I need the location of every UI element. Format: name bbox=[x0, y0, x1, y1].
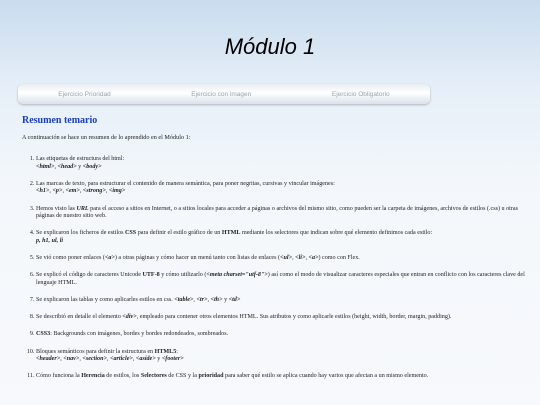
list-item: Se explicaron los ficheros de estilos CS… bbox=[36, 230, 536, 245]
code-tag: <footer> bbox=[161, 356, 184, 363]
code-term: Herencia bbox=[81, 373, 105, 380]
code-term: CSS3 bbox=[36, 331, 51, 338]
code-tag: <meta charset="utf-8"> bbox=[206, 272, 268, 279]
code-tag: <li> bbox=[295, 255, 306, 262]
section-title: Resumen temario bbox=[22, 115, 98, 126]
item-text: mediante los selectores que indican sobr… bbox=[240, 230, 433, 237]
code-tag: <p> bbox=[52, 188, 63, 195]
list-item: Cómo funciona la Herencia de estilos, lo… bbox=[36, 373, 536, 381]
code-tag: <tr> bbox=[196, 297, 208, 304]
item-text: , empleado para contener otros elementos… bbox=[136, 314, 452, 321]
list-item: Hemos visto las URL para el acceso a sit… bbox=[36, 206, 536, 221]
item-text: Se explicaron las tablas y como aplicarl… bbox=[36, 297, 175, 304]
code-tag: <html> bbox=[36, 163, 55, 170]
code-tag: <h1> bbox=[36, 188, 50, 195]
page-title: Módulo 1 bbox=[224, 34, 316, 59]
code-term: URL bbox=[76, 205, 89, 212]
code-tag: <aside> bbox=[135, 356, 156, 363]
list-item: Se describió en detalle el elemento <div… bbox=[36, 314, 536, 322]
code-tag: <a> bbox=[104, 255, 115, 262]
code-tag: <section> bbox=[82, 356, 107, 363]
code-tag: <a> bbox=[308, 255, 319, 262]
list-item: Las marcas de texto, para estructurar el… bbox=[36, 181, 536, 196]
code-tag: <body> bbox=[82, 163, 102, 170]
item-text: Las etiquetas de estructura del html: bbox=[36, 156, 125, 162]
code-term: prioridad bbox=[198, 373, 224, 380]
page: Módulo 1 Ejercicio Prioridad Ejercicio c… bbox=[0, 0, 540, 405]
item-text: Se explicó el código de caracteres Unico… bbox=[36, 272, 143, 279]
code-term: CSS bbox=[125, 230, 137, 237]
code-tag: <em> bbox=[65, 188, 80, 195]
list-item: Se explicaron las tablas y como aplicarl… bbox=[36, 297, 536, 305]
item-text: : bbox=[176, 348, 178, 355]
code-tag: <div> bbox=[122, 314, 137, 321]
item-text: Se vió como poner enlaces ( bbox=[36, 255, 105, 262]
item-text: de estilos, los bbox=[104, 373, 141, 380]
list-item: Se vió como poner enlaces (<a>) a otras … bbox=[36, 255, 536, 263]
nav-link-ejercicio-obligatorio[interactable]: Ejercicio Obligatorio bbox=[332, 91, 390, 98]
item-text: Se describió en detalle el elemento bbox=[36, 314, 123, 321]
item-text: Las marcas de texto, para estructurar el… bbox=[36, 180, 335, 187]
item-text: para el acceso a sitios en Internet, o a… bbox=[36, 205, 518, 220]
code-tag: <td> bbox=[228, 297, 241, 304]
item-text: : Backgrounds con imágenes, bordes y bor… bbox=[50, 331, 229, 338]
item-text: y cómo utilizarlo ( bbox=[159, 272, 207, 279]
intro-text: A continuación se hace un resumen de lo … bbox=[22, 134, 191, 141]
code-tag: <header> bbox=[36, 356, 61, 363]
code-tag: <nav> bbox=[63, 356, 80, 363]
code-term: HTML bbox=[221, 230, 241, 237]
code-tag: <strong> bbox=[82, 188, 106, 195]
code-tag: <th> bbox=[210, 297, 223, 304]
item-text: Hemos visto las bbox=[36, 205, 77, 212]
item-text: para definir el estilo gráfico de un bbox=[136, 230, 222, 237]
code-term: UTF-8 bbox=[142, 272, 160, 279]
code-tag: <table> bbox=[174, 297, 194, 304]
scroll-fade bbox=[0, 395, 540, 405]
code-tag: <head> bbox=[57, 163, 77, 170]
item-text: ) como con Flex. bbox=[318, 255, 360, 262]
item-text: de CSS y la bbox=[166, 373, 199, 380]
code-term: HTML5 bbox=[154, 348, 177, 355]
list-item: CSS3: Backgrounds con imágenes, bordes y… bbox=[36, 331, 536, 339]
item-text: ) a otras páginas y cómo hacer un menú t… bbox=[114, 255, 281, 262]
nav-link-ejercicio-con-imagen[interactable]: Ejercicio con imagen bbox=[191, 91, 251, 98]
nav-link-ejercicio-prioridad[interactable]: Ejercicio Prioridad bbox=[58, 91, 110, 98]
list-item: Bloques semánticos para definir la estru… bbox=[36, 349, 536, 364]
code-tag: <ul> bbox=[280, 255, 293, 262]
code-tag: <article> bbox=[110, 356, 133, 363]
code-tag: <img> bbox=[108, 188, 126, 195]
nav-bar: Ejercicio Prioridad Ejercicio con imagen… bbox=[18, 84, 430, 104]
item-text: Cómo funciona la bbox=[36, 373, 82, 380]
topic-list: Las etiquetas de estructura del html: <h… bbox=[22, 156, 536, 391]
list-item: Se explicó el código de caracteres Unico… bbox=[36, 272, 536, 287]
code-term: Selectores bbox=[140, 373, 167, 380]
code-term: p, h1, ul, li bbox=[36, 237, 64, 244]
item-text: Se explicaron los ficheros de estilos bbox=[36, 230, 126, 237]
list-item: Las etiquetas de estructura del html: <h… bbox=[36, 156, 536, 171]
item-text: Bloques semánticos para definir la estru… bbox=[36, 348, 155, 355]
item-text: para saber qué estilo se aplica cuando h… bbox=[223, 373, 429, 380]
